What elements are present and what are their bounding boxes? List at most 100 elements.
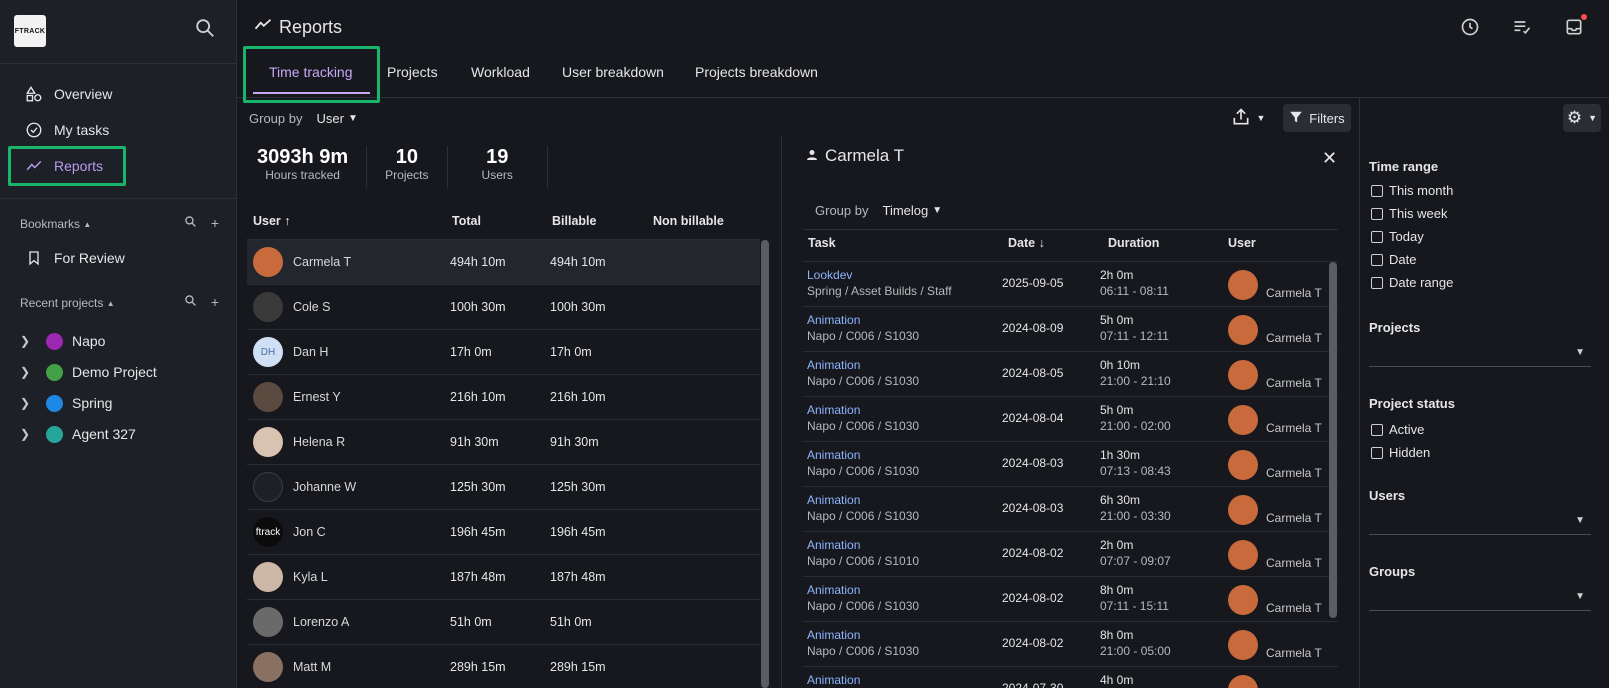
chevron-right-icon[interactable]: ❯ xyxy=(20,334,32,348)
col-header-user[interactable]: User ↑ xyxy=(253,214,291,228)
table-row[interactable]: Helena R 91h 30m 91h 30m xyxy=(247,419,760,464)
scrollbar[interactable] xyxy=(1329,262,1337,618)
settings-button[interactable]: ⚙ ▼ xyxy=(1563,104,1601,132)
task-link[interactable]: Animation xyxy=(807,358,860,372)
clock-icon[interactable] xyxy=(1459,16,1481,38)
checkbox-option[interactable]: This month xyxy=(1371,183,1453,198)
checkbox[interactable] xyxy=(1371,276,1383,289)
user-name: Carmela T xyxy=(1266,466,1322,480)
groups-select[interactable]: ▼ xyxy=(1369,587,1591,611)
group-by-value[interactable]: Timelog xyxy=(882,203,928,218)
tab-projects-breakdown[interactable]: Projects breakdown xyxy=(695,64,818,80)
col-header-duration[interactable]: Duration xyxy=(1108,236,1159,250)
task-link[interactable]: Animation xyxy=(807,313,860,327)
checkbox[interactable] xyxy=(1371,423,1383,436)
project-item[interactable]: ❯ Spring xyxy=(20,390,112,416)
timelog-row[interactable]: Animation Napo / C006 / S1030 2024-08-02 8h… xyxy=(803,621,1338,666)
checkbox-option[interactable]: Date range xyxy=(1371,275,1453,290)
users-select[interactable]: ▼ xyxy=(1369,511,1591,535)
chevron-right-icon[interactable]: ❯ xyxy=(20,396,32,410)
scrollbar[interactable] xyxy=(761,240,769,688)
tab-user-breakdown[interactable]: User breakdown xyxy=(562,64,664,80)
tab-workload[interactable]: Workload xyxy=(471,64,530,80)
close-icon[interactable]: ✕ xyxy=(1322,148,1337,169)
avatar xyxy=(253,562,283,592)
bookmark-for-review[interactable]: For Review xyxy=(16,243,216,273)
search-icon[interactable] xyxy=(194,17,218,41)
task-link[interactable]: Lookdev xyxy=(807,268,852,282)
checkbox-option[interactable]: Hidden xyxy=(1371,445,1430,460)
table-row[interactable]: Matt M 289h 15m 289h 15m xyxy=(247,644,760,688)
timelog-row[interactable]: Lookdev Spring / Asset Builds / Staff 2025… xyxy=(803,261,1338,306)
chevron-right-icon[interactable]: ❯ xyxy=(20,427,32,441)
col-header-non-billable[interactable]: Non billable xyxy=(653,214,724,228)
avatar-initials: ftrack xyxy=(255,526,281,538)
table-row[interactable]: Carmela T 494h 10m 494h 10m xyxy=(247,239,760,284)
group-by-label: Group by xyxy=(249,111,303,126)
filters-button[interactable]: Filters xyxy=(1283,104,1351,132)
nav-overview[interactable]: Overview xyxy=(16,79,216,109)
tab-projects[interactable]: Projects xyxy=(387,64,438,80)
timelog-row[interactable]: Animation Napo / C006 / S1030 2024-08-05 0h… xyxy=(803,351,1338,396)
task-list-icon[interactable] xyxy=(1511,16,1533,38)
plus-icon[interactable]: + xyxy=(211,294,219,310)
col-header-billable[interactable]: Billable xyxy=(552,214,596,228)
timelog-row[interactable]: Animation Napo / C006 / S1030 2024-08-09 5h… xyxy=(803,306,1338,351)
nav-my-tasks[interactable]: My tasks xyxy=(16,115,216,145)
table-row[interactable]: DH Dan H 17h 0m 17h 0m xyxy=(247,329,760,374)
detail-group-by-control[interactable]: Group by Timelog ▼ xyxy=(815,203,942,218)
col-header-user[interactable]: User xyxy=(1228,236,1256,250)
project-item[interactable]: ❯ Agent 327 xyxy=(20,421,136,447)
task-link[interactable]: Animation xyxy=(807,583,860,597)
col-header-task[interactable]: Task xyxy=(808,236,836,250)
timelog-row[interactable]: Animation Napo / C006 / S1030 2024-08-03 6h… xyxy=(803,486,1338,531)
col-header-date[interactable]: Date ↓ xyxy=(1008,236,1045,250)
chevron-right-icon[interactable]: ❯ xyxy=(20,365,32,379)
checkbox-option[interactable]: Active xyxy=(1371,422,1424,437)
task-link[interactable]: Animation xyxy=(807,538,860,552)
recent-projects-header[interactable]: Recent projects ▲ xyxy=(20,296,115,310)
table-row[interactable]: Ernest Y 216h 10m 216h 10m xyxy=(247,374,760,419)
checkbox-option[interactable]: Date xyxy=(1371,252,1416,267)
search-icon[interactable] xyxy=(184,294,197,310)
ftrack-logo[interactable]: FTRACK xyxy=(14,15,46,47)
table-row[interactable]: Johanne W 125h 30m 125h 30m xyxy=(247,464,760,509)
checkbox[interactable] xyxy=(1371,230,1383,243)
checkbox-option[interactable]: This week xyxy=(1371,206,1448,221)
table-row[interactable]: Cole S 100h 30m 100h 30m xyxy=(247,284,760,329)
search-icon[interactable] xyxy=(184,215,197,231)
task-link[interactable]: Animation xyxy=(807,673,860,687)
inbox-icon[interactable] xyxy=(1563,14,1587,38)
timelog-row[interactable]: Animation Napo / C006 / S1030 2024-08-04 5h… xyxy=(803,396,1338,441)
billable-value: 216h 10m xyxy=(550,390,606,404)
export-button[interactable]: ▼ xyxy=(1228,104,1268,132)
checkbox[interactable] xyxy=(1371,207,1383,220)
task-link[interactable]: Animation xyxy=(807,403,860,417)
recent-projects-tools: + xyxy=(184,294,219,310)
checkbox[interactable] xyxy=(1371,184,1383,197)
timelog-row[interactable]: Animation Napo / C006 / S1010 2024-08-02 2h… xyxy=(803,531,1338,576)
timelog-row[interactable]: Animation Napo / C006 / S1030 2024-08-02 8h… xyxy=(803,576,1338,621)
filter-title-projects: Projects xyxy=(1369,320,1421,335)
plus-icon[interactable]: + xyxy=(211,215,219,231)
group-by-control[interactable]: Group by User ▼ xyxy=(249,111,358,126)
project-item[interactable]: ❯ Napo xyxy=(20,328,105,354)
timelog-row[interactable]: Animation Napo / C006 / S1030 2024-08-03 1h… xyxy=(803,441,1338,486)
project-item[interactable]: ❯ Demo Project xyxy=(20,359,157,385)
col-header-total[interactable]: Total xyxy=(452,214,481,228)
task-link[interactable]: Animation xyxy=(807,628,860,642)
task-link[interactable]: Animation xyxy=(807,493,860,507)
checkbox-option[interactable]: Today xyxy=(1371,229,1424,244)
table-row[interactable]: Kyla L 187h 48m 187h 48m xyxy=(247,554,760,599)
table-row[interactable]: Lorenzo A 51h 0m 51h 0m xyxy=(247,599,760,644)
table-row[interactable]: ftrack Jon C 196h 45m 196h 45m xyxy=(247,509,760,554)
projects-select[interactable]: ▼ xyxy=(1369,343,1591,367)
timelog-row[interactable]: Animation 2024-07-30 4h 0m xyxy=(803,666,1338,688)
checkbox[interactable] xyxy=(1371,253,1383,266)
task-link[interactable]: Animation xyxy=(807,448,860,462)
tab-time-tracking[interactable]: Time tracking xyxy=(269,64,353,80)
checkbox[interactable] xyxy=(1371,446,1383,459)
bookmarks-header[interactable]: Bookmarks ▲ xyxy=(20,217,91,231)
nav-reports[interactable]: Reports xyxy=(16,151,216,181)
group-by-value[interactable]: User xyxy=(316,111,343,126)
